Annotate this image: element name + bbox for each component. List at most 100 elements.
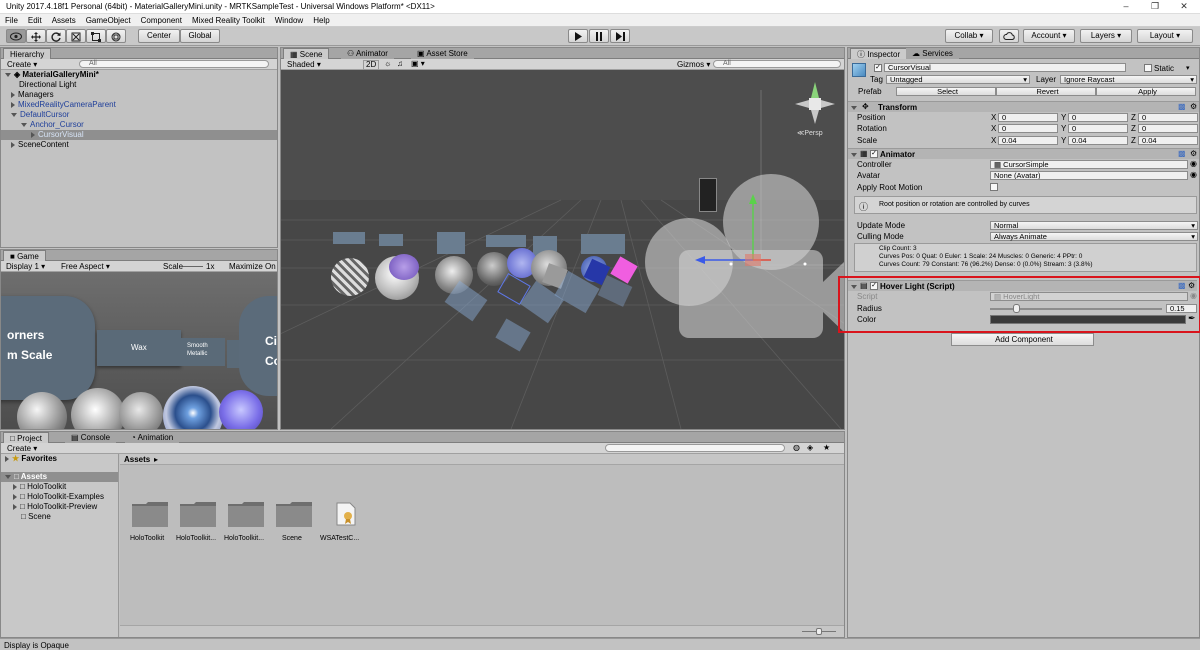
- prefab-revert-button[interactable]: Revert: [996, 87, 1096, 96]
- persp-label[interactable]: ≪Persp: [797, 129, 823, 137]
- expand-icon[interactable]: [13, 493, 17, 500]
- object-name-field[interactable]: CursorVisual: [884, 63, 1126, 72]
- layer-dropdown[interactable]: Ignore Raycast ▾: [1060, 75, 1197, 84]
- active-checkbox[interactable]: ✓: [874, 64, 882, 72]
- gear-icon[interactable]: ⚙: [1188, 281, 1195, 290]
- hover-light-header[interactable]: ▤ ✓ Hover Light (Script) ▩ ⚙: [848, 280, 1197, 291]
- rotate-tool-button[interactable]: [46, 29, 66, 43]
- transform-tool-button[interactable]: [106, 29, 126, 43]
- rotation-x-field[interactable]: 0: [998, 124, 1058, 133]
- tab-animator[interactable]: ⚇ Animator: [341, 48, 394, 59]
- expand-icon[interactable]: [5, 72, 11, 77]
- menu-mixed-reality-toolkit[interactable]: Mixed Reality Toolkit: [187, 14, 270, 25]
- culling-mode-dropdown[interactable]: Always Animate ▾: [990, 232, 1198, 241]
- minimize-icon[interactable]: –: [1112, 1, 1140, 13]
- menu-component[interactable]: Component: [136, 14, 187, 25]
- move-tool-button[interactable]: [26, 29, 46, 43]
- expand-icon[interactable]: [21, 122, 27, 127]
- avatar-field[interactable]: None (Avatar): [990, 171, 1188, 180]
- static-dropdown-icon[interactable]: ▾: [1186, 64, 1190, 72]
- menu-window[interactable]: Window: [270, 14, 308, 25]
- rotation-z-field[interactable]: 0: [1138, 124, 1198, 133]
- hover-light-enabled-checkbox[interactable]: ✓: [870, 282, 878, 290]
- breadcrumb-assets[interactable]: Assets: [124, 455, 150, 464]
- scene-search-input[interactable]: All: [713, 60, 841, 68]
- asset-folder-scene[interactable]: Scene: [276, 500, 312, 554]
- animator-enabled-checkbox[interactable]: ✓: [870, 150, 878, 158]
- scale-slider[interactable]: [183, 266, 203, 267]
- account-dropdown[interactable]: Account ▾: [1023, 29, 1075, 43]
- close-icon[interactable]: ✕: [1170, 1, 1198, 13]
- 2d-toggle[interactable]: 2D: [363, 60, 380, 70]
- light-icon[interactable]: ☼: [384, 59, 391, 68]
- scene-viewport[interactable]: ≪Persp: [281, 70, 844, 429]
- expand-icon[interactable]: [5, 474, 11, 479]
- rotation-y-field[interactable]: 0: [1068, 124, 1128, 133]
- expand-icon[interactable]: [11, 141, 15, 148]
- maximize-icon[interactable]: ❐: [1141, 1, 1169, 13]
- help-icon[interactable]: ▩: [1178, 102, 1186, 111]
- object-picker-icon[interactable]: ◉: [1190, 159, 1197, 168]
- pause-button[interactable]: [589, 29, 609, 43]
- gizmos-dropdown[interactable]: Gizmos ▾: [677, 60, 710, 69]
- tab-inspector[interactable]: ⓘ Inspector: [850, 48, 908, 59]
- scale-y-field[interactable]: 0.04: [1068, 136, 1128, 145]
- static-checkbox[interactable]: [1144, 64, 1152, 72]
- radius-slider-thumb[interactable]: [1012, 304, 1020, 313]
- tab-game[interactable]: ■ Game: [3, 250, 46, 261]
- tab-hierarchy[interactable]: Hierarchy: [3, 48, 52, 59]
- menu-assets[interactable]: Assets: [47, 14, 81, 25]
- pivot-center-button[interactable]: Center: [138, 29, 180, 43]
- filter-label-icon[interactable]: ◈: [807, 443, 813, 452]
- hierarchy-create-button[interactable]: Create ▾: [7, 60, 37, 69]
- expand-icon[interactable]: [5, 455, 9, 462]
- tab-scene[interactable]: ▦ Scene: [283, 48, 330, 59]
- collab-button[interactable]: Collab ▾: [945, 29, 993, 43]
- collapse-icon[interactable]: [851, 282, 860, 291]
- hierarchy-item-cursor-visual[interactable]: CursorVisual: [1, 130, 277, 140]
- expand-icon[interactable]: [31, 131, 35, 138]
- space-global-button[interactable]: Global: [180, 29, 220, 43]
- assets-root-row[interactable]: □ Assets: [1, 472, 118, 482]
- tab-asset-store[interactable]: ▣ Asset Store: [411, 48, 474, 59]
- collapse-icon[interactable]: [851, 150, 860, 159]
- asset-file-wsatest[interactable]: WSATestC...: [320, 500, 364, 554]
- expand-icon[interactable]: [11, 101, 15, 108]
- tab-console[interactable]: ▤ Console: [65, 432, 117, 443]
- tag-dropdown[interactable]: Untagged ▾: [886, 75, 1030, 84]
- project-create-button[interactable]: Create ▾: [7, 444, 37, 453]
- hierarchy-search-input[interactable]: All: [79, 60, 269, 68]
- cloud-button[interactable]: [999, 29, 1019, 43]
- tree-item-scene[interactable]: □ Scene: [1, 512, 118, 522]
- menu-help[interactable]: Help: [308, 14, 334, 25]
- update-mode-dropdown[interactable]: Normal ▾: [990, 221, 1198, 230]
- help-icon[interactable]: ▩: [1178, 149, 1186, 158]
- prefab-select-button[interactable]: Select: [896, 87, 996, 96]
- add-component-button[interactable]: Add Component: [951, 333, 1094, 346]
- position-y-field[interactable]: 0: [1068, 113, 1128, 122]
- play-button[interactable]: [568, 29, 588, 43]
- color-field[interactable]: [990, 315, 1186, 324]
- tab-services[interactable]: ☁ Services: [906, 48, 959, 59]
- audio-icon[interactable]: ♫: [397, 59, 403, 68]
- step-button[interactable]: [610, 29, 630, 43]
- object-picker-icon[interactable]: ◉: [1190, 170, 1197, 179]
- collapse-icon[interactable]: [851, 103, 860, 112]
- expand-icon[interactable]: [13, 503, 17, 510]
- expand-icon[interactable]: [13, 483, 17, 490]
- menu-edit[interactable]: Edit: [23, 14, 47, 25]
- shading-dropdown[interactable]: Shaded ▾: [287, 60, 321, 69]
- hierarchy-item-anchor-cursor[interactable]: Anchor_Cursor: [1, 120, 277, 130]
- tree-item-holotoolkit-examples[interactable]: □ HoloToolkit-Examples: [1, 492, 118, 502]
- hierarchy-item-managers[interactable]: Managers: [1, 90, 277, 100]
- tree-item-holotoolkit-preview[interactable]: □ HoloToolkit-Preview: [1, 502, 118, 512]
- eyedropper-icon[interactable]: ✒: [1188, 313, 1196, 324]
- scale-x-field[interactable]: 0.04: [998, 136, 1058, 145]
- menu-file[interactable]: File: [0, 14, 23, 25]
- scale-z-field[interactable]: 0.04: [1138, 136, 1198, 145]
- hierarchy-item-scene-content[interactable]: SceneContent: [1, 140, 277, 150]
- gear-icon[interactable]: ⚙: [1190, 149, 1197, 158]
- maximize-on-play-toggle[interactable]: Maximize On Pl: [229, 262, 277, 271]
- hand-tool-button[interactable]: [6, 29, 26, 43]
- position-z-field[interactable]: 0: [1138, 113, 1198, 122]
